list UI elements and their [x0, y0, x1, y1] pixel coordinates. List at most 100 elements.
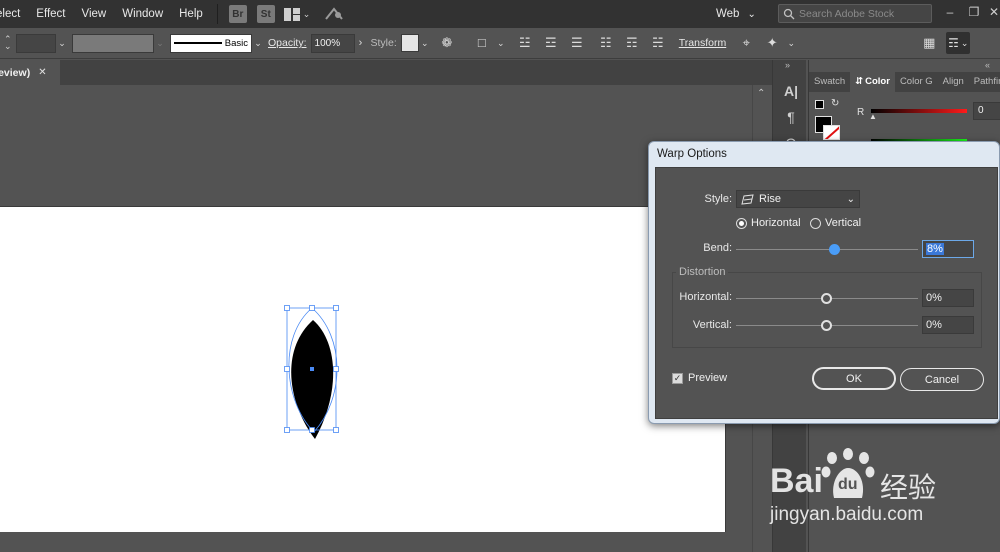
- transform-button[interactable]: Transform: [679, 37, 726, 49]
- menu-select[interactable]: elect: [0, 0, 28, 28]
- recolor-artwork-icon[interactable]: ❁: [439, 35, 455, 51]
- align-center-icon[interactable]: ☲: [543, 35, 559, 51]
- artboard[interactable]: [0, 206, 726, 532]
- red-channel-knob[interactable]: ▲: [869, 112, 877, 121]
- handle: [284, 366, 290, 372]
- chevron-down-icon: ⌄: [846, 193, 855, 205]
- red-channel-slider[interactable]: [871, 109, 967, 113]
- stock-icon[interactable]: St: [256, 5, 275, 23]
- chevron-down-icon[interactable]: ⌄: [495, 38, 507, 49]
- collapse-icon[interactable]: »: [785, 60, 790, 70]
- handle: [284, 427, 290, 433]
- chevron-down-icon[interactable]: ⌄: [252, 38, 264, 49]
- artwork[interactable]: [0, 207, 726, 533]
- stroke-weight-stepper[interactable]: ⌃ ⌄: [4, 35, 16, 51]
- tab-pathfinder[interactable]: Pathfin: [969, 72, 1000, 92]
- bend-slider-knob[interactable]: [828, 244, 840, 255]
- collapse-icon[interactable]: «: [985, 60, 990, 70]
- chevron-right-icon[interactable]: ›: [355, 37, 367, 49]
- chevron-down-icon: ⌄: [302, 8, 311, 19]
- align-middle-icon[interactable]: ☶: [624, 35, 640, 51]
- document-tab[interactable]: review) ✕: [0, 60, 60, 85]
- tab-swatches[interactable]: Swatch: [809, 72, 850, 92]
- arrange-documents-icon[interactable]: ⌄: [283, 7, 311, 21]
- menu-effect[interactable]: Effect: [28, 0, 73, 28]
- watermark-bai-text: Bai: [770, 462, 823, 500]
- baidu-jingyan-watermark: Bai du 经验 jingyan.baidu.com: [768, 446, 1000, 552]
- distortion-vertical-field[interactable]: 0%: [922, 316, 974, 334]
- warp-style-select[interactable]: Rise ⌄: [736, 190, 860, 208]
- distortion-group: [672, 272, 982, 348]
- handle: [309, 305, 315, 311]
- puppet-warp-icon[interactable]: ✦: [764, 35, 780, 51]
- menu-window[interactable]: Window: [114, 0, 171, 28]
- workspace-switcher[interactable]: Web ⌄: [716, 5, 756, 23]
- graphic-style-swatch[interactable]: [400, 34, 419, 52]
- search-adobe-stock-input[interactable]: Search Adobe Stock: [778, 4, 932, 23]
- align-left-icon[interactable]: ☳: [517, 35, 533, 51]
- menu-bar: elect Effect View Window Help Br St ⌄ We…: [0, 0, 1000, 28]
- character-panel-icon[interactable]: A|: [782, 82, 800, 100]
- distortion-vertical-knob[interactable]: [821, 320, 832, 331]
- none-icon: [824, 126, 839, 139]
- opacity-field[interactable]: 100%: [310, 33, 355, 53]
- cancel-button[interactable]: Cancel: [900, 368, 984, 391]
- distortion-horizontal-field[interactable]: 0%: [922, 289, 974, 307]
- checkmark-icon: ✓: [672, 372, 683, 384]
- red-channel-field[interactable]: 0: [973, 102, 1000, 120]
- bend-slider-track[interactable]: [736, 249, 918, 250]
- stroke-weight-field[interactable]: [16, 33, 56, 53]
- watermark-url: jingyan.baidu.com: [770, 504, 924, 525]
- style-label: Style:: [370, 37, 397, 49]
- gpu-performance-icon[interactable]: [324, 5, 344, 24]
- center-point: [310, 367, 314, 371]
- stroke-none-swatch[interactable]: [823, 125, 840, 140]
- vertical-radio[interactable]: Vertical: [810, 217, 861, 229]
- isolate-icon[interactable]: ⌖: [738, 35, 754, 51]
- menu-divider: [216, 4, 218, 24]
- chevron-down-icon[interactable]: ⌄: [785, 38, 797, 49]
- align-right-icon[interactable]: ☰: [569, 35, 585, 51]
- align-bottom-icon[interactable]: ☵: [650, 35, 666, 51]
- panel-grid-icon[interactable]: ▦: [921, 35, 937, 51]
- close-icon[interactable]: ✕: [38, 67, 46, 78]
- paragraph-panel-icon[interactable]: ¶: [782, 108, 800, 126]
- preview-checkbox[interactable]: ✓ Preview: [672, 372, 727, 384]
- align-top-icon[interactable]: ☷: [598, 35, 614, 51]
- canvas-area[interactable]: [0, 85, 752, 552]
- restore-icon[interactable]: ❐: [968, 6, 980, 18]
- distortion-horizontal-label: Horizontal:: [679, 291, 732, 303]
- variable-width-profile[interactable]: [72, 33, 154, 53]
- shape-icon[interactable]: □: [474, 35, 490, 51]
- opacity-label[interactable]: Opacity:: [268, 37, 307, 49]
- cancel-button-label: Cancel: [924, 373, 960, 386]
- chevron-down-icon[interactable]: ⌄: [419, 38, 431, 49]
- brush-definition[interactable]: Basic: [170, 33, 252, 53]
- scroll-up-icon[interactable]: ⌃: [757, 88, 765, 99]
- menu-view[interactable]: View: [74, 0, 115, 28]
- minimize-icon[interactable]: –: [944, 6, 956, 18]
- watermark-du-text: du: [838, 476, 858, 493]
- menu-help[interactable]: Help: [171, 0, 211, 28]
- default-fill-stroke-icon[interactable]: [815, 100, 824, 109]
- tab-color-guide[interactable]: Color G: [895, 72, 938, 92]
- horizontal-radio[interactable]: Horizontal: [736, 217, 801, 229]
- chevron-down-icon: ⌄: [747, 8, 756, 20]
- swap-fill-stroke-icon[interactable]: ↻: [831, 98, 839, 109]
- options-icon: ☶: [948, 36, 959, 50]
- chevron-down-icon[interactable]: ⌄: [56, 38, 68, 49]
- style-label: Style:: [704, 193, 732, 205]
- preview-label: Preview: [688, 372, 728, 384]
- handle: [333, 305, 339, 311]
- handle: [333, 427, 339, 433]
- updown-icon: ⇵: [855, 76, 864, 87]
- bridge-icon[interactable]: Br: [228, 5, 247, 23]
- distortion-horizontal-knob[interactable]: [821, 293, 832, 304]
- tab-align[interactable]: Align: [938, 72, 969, 92]
- bend-value-field[interactable]: 8%: [922, 240, 974, 258]
- chevron-down-icon: ⌄: [156, 37, 164, 48]
- tab-color[interactable]: ⇵ Color: [850, 72, 895, 92]
- close-icon[interactable]: ✕: [988, 6, 1000, 18]
- panel-menu-button[interactable]: ☶ ⌄: [946, 32, 971, 54]
- ok-button[interactable]: OK: [812, 367, 896, 390]
